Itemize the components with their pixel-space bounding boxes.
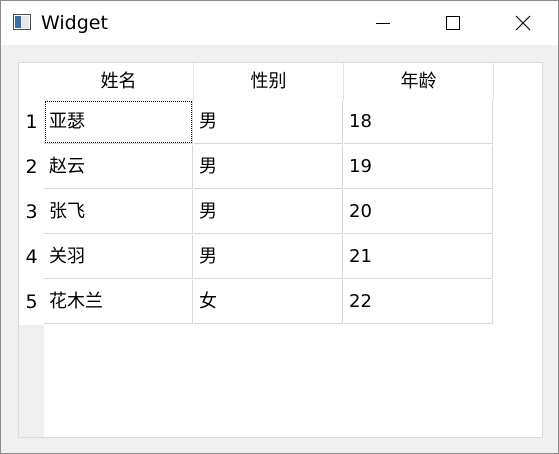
table-body: 亚瑟 男 18 赵云 男 19 张飞 男 20 关羽 男 21 花木兰 女 22 [44,100,494,325]
minimize-icon [376,23,390,24]
column-header-gender[interactable]: 性别 [194,63,344,100]
table-cell[interactable]: 22 [344,280,493,324]
table-row: 张飞 男 20 [44,190,494,235]
table-row: 花木兰 女 22 [44,280,494,325]
app-window: Widget 姓名 性别 年龄 1 2 3 4 5 亚瑟 男 18 赵云 男 1… [0,0,559,454]
minimize-button[interactable] [348,1,418,45]
row-header[interactable]: 1 [19,100,44,145]
table-widget[interactable]: 姓名 性别 年龄 1 2 3 4 5 亚瑟 男 18 赵云 男 19 张飞 男 … [18,62,543,438]
table-cell[interactable]: 男 [194,190,343,234]
table-cell[interactable]: 亚瑟 [44,100,193,144]
table-cell[interactable]: 18 [344,100,493,144]
table-cell[interactable]: 男 [194,235,343,279]
table-cell[interactable]: 赵云 [44,145,193,189]
table-cell[interactable]: 21 [344,235,493,279]
table-cell[interactable]: 20 [344,190,493,234]
vertical-header: 1 2 3 4 5 [19,100,44,437]
table-row: 关羽 男 21 [44,235,494,280]
row-header[interactable]: 2 [19,145,44,190]
table-cell[interactable]: 19 [344,145,493,189]
maximize-button[interactable] [418,1,488,45]
maximize-icon [446,16,460,30]
window-title: Widget [41,12,108,34]
corner-button[interactable] [19,63,44,100]
table-row: 赵云 男 19 [44,145,494,190]
close-icon [515,15,531,31]
row-header[interactable]: 4 [19,235,44,280]
row-header[interactable]: 5 [19,280,44,325]
app-icon [13,14,31,30]
table-cell[interactable]: 张飞 [44,190,193,234]
table-cell[interactable]: 男 [194,145,343,189]
table-cell[interactable]: 花木兰 [44,280,193,324]
row-header[interactable]: 3 [19,190,44,235]
column-header-age[interactable]: 年龄 [344,63,494,100]
table-cell[interactable]: 男 [194,100,343,144]
title-bar[interactable]: Widget [1,1,558,45]
table-cell[interactable]: 关羽 [44,235,193,279]
table-cell[interactable]: 女 [194,280,343,324]
column-header-name[interactable]: 姓名 [44,63,194,100]
table-row: 亚瑟 男 18 [44,100,494,145]
close-button[interactable] [488,1,558,45]
